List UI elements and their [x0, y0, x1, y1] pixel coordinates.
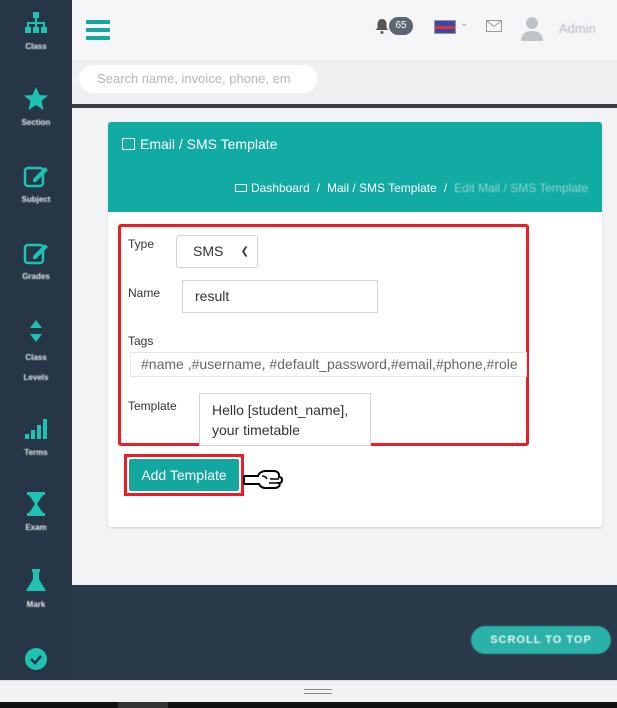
notification-count-badge: 65	[389, 17, 413, 35]
search-row: Search name, invoice, phone, em	[72, 60, 617, 106]
template-textarea[interactable]: Hello [student_name], your timetable	[199, 393, 371, 446]
main-content: Email / SMS Template Dashboard / Mail / SM…	[72, 108, 617, 585]
sidebar: Class Section Subject Grades Class Levels…	[0, 0, 72, 680]
sidebar-item-terms[interactable]: Terms	[0, 416, 72, 457]
sidebar-item-grades[interactable]: Grades	[0, 240, 72, 281]
template-card: Email / SMS Template Dashboard / Mail / SM…	[108, 122, 602, 527]
check-circle-icon	[25, 648, 47, 670]
sidebar-item-class[interactable]: Class	[0, 10, 72, 51]
mail-icon[interactable]	[486, 20, 502, 32]
top-bar: 65 ⌄ Admin	[72, 0, 617, 60]
hamburger-menu-icon[interactable]	[86, 20, 110, 40]
bottom-bar	[0, 680, 617, 702]
edit-icon	[23, 243, 48, 265]
add-template-button[interactable]: Add Template	[129, 459, 239, 491]
sidebar-item-subject[interactable]: Subject	[0, 163, 72, 204]
sidebar-item-label: Subject	[21, 195, 51, 204]
template-label: Template	[128, 399, 177, 413]
pointing-hand-icon	[243, 470, 284, 489]
search-input[interactable]: Search name, invoice, phone, em	[78, 64, 318, 94]
tags-label: Tags	[128, 334, 154, 348]
tags-field[interactable]: #name ,#username, #default_password,#ema…	[130, 352, 527, 377]
class-hierarchy-icon	[25, 12, 47, 33]
scroll-to-top-button[interactable]: SCROLL TO TOP	[471, 626, 611, 654]
sidebar-item-label: Terms	[24, 448, 48, 457]
admin-username[interactable]: Admin	[559, 21, 596, 36]
sidebar-item-label: Class	[25, 42, 47, 51]
sidebar-item-more[interactable]	[0, 646, 72, 672]
sidebar-item-exam[interactable]: Exam	[0, 491, 72, 532]
table-icon	[122, 138, 135, 150]
template-form: Type SMS ❮ Name result Tags #name ,#user…	[118, 224, 529, 446]
flask-icon	[26, 569, 46, 591]
sidebar-item-label: Exam	[25, 523, 47, 532]
name-field[interactable]: result	[182, 280, 378, 313]
sidebar-item-label: Grades	[22, 272, 50, 281]
type-select[interactable]: SMS ❮	[176, 235, 258, 268]
card-header: Email / SMS Template Dashboard / Mail / SM…	[108, 122, 602, 212]
type-label: Type	[128, 237, 155, 251]
language-flag-icon[interactable]	[434, 20, 456, 34]
breadcrumb-dashboard[interactable]: Dashboard	[251, 181, 310, 195]
sidebar-item-section[interactable]: Section	[0, 86, 72, 127]
sidebar-item-label: Mark	[26, 600, 46, 609]
name-label: Name	[128, 286, 161, 300]
taskbar-strip	[0, 702, 617, 708]
laptop-icon	[234, 184, 247, 192]
chevron-down-icon[interactable]: ⌄	[460, 18, 468, 29]
drag-handle-icon[interactable]	[304, 689, 332, 694]
breadcrumb-current: Edit Mail / SMS Template	[454, 181, 588, 195]
sidebar-item-label: Section	[21, 118, 51, 127]
sidebar-item-class-levels[interactable]: Class Levels	[0, 318, 72, 388]
user-avatar-icon[interactable]	[520, 15, 544, 41]
page-title: Email / SMS Template	[122, 136, 277, 152]
breadcrumb: Dashboard / Mail / SMS Template / Edit Mail …	[234, 181, 588, 195]
star-icon	[24, 87, 48, 110]
chevron-down-icon: ❮	[240, 246, 249, 257]
edit-icon	[23, 166, 48, 188]
hourglass-icon	[27, 492, 45, 516]
breadcrumb-mail-sms-template[interactable]: Mail / SMS Template	[327, 181, 437, 195]
sidebar-item-label: Class Levels	[23, 353, 49, 382]
sort-arrows-icon	[30, 320, 42, 342]
bell-icon[interactable]	[374, 18, 390, 34]
sidebar-item-mark[interactable]: Mark	[0, 568, 72, 609]
signal-bars-icon	[25, 419, 47, 439]
add-template-highlight: Add Template	[124, 454, 244, 496]
